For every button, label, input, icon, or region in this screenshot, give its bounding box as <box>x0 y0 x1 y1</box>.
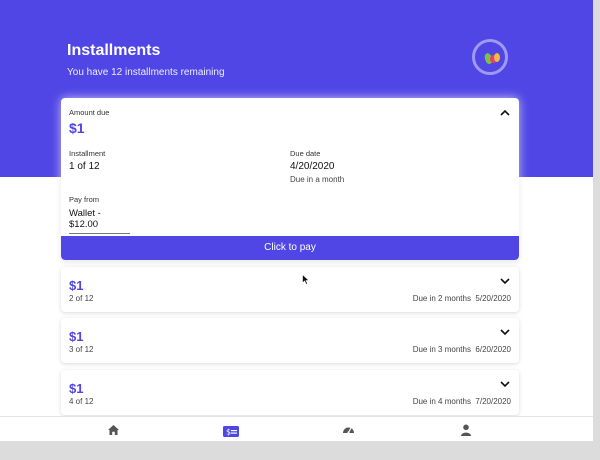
installment-value: 1 of 12 <box>69 161 100 172</box>
installment-due-date: 7/20/2020 <box>475 397 511 406</box>
installment-due-relative: Due in 3 months <box>412 345 471 354</box>
home-icon[interactable] <box>107 423 120 441</box>
current-installment-card: Amount due $1 Installment 1 of 12 Due da… <box>61 98 519 260</box>
pay-from-label: Pay from <box>69 195 100 204</box>
chevron-down-icon[interactable] <box>500 328 510 339</box>
pay-from-select[interactable]: Wallet - $12.00 <box>69 208 130 234</box>
chevron-up-icon[interactable] <box>500 108 510 119</box>
installment-due: Due in 4 months 7/20/2020 <box>413 397 511 406</box>
due-date-label: Due date <box>290 149 321 158</box>
payment-card-icon[interactable]: $ <box>223 424 239 441</box>
due-relative: Due in a month <box>290 175 345 184</box>
amount-due-label: Amount due <box>69 108 110 117</box>
installment-amount: $1 <box>69 329 84 344</box>
dashboard-gauge-icon[interactable] <box>342 423 355 441</box>
app-frame: Installments You have 12 installments re… <box>0 0 593 441</box>
installment-due-relative: Due in 4 months <box>412 397 471 406</box>
installment-row[interactable]: $1 4 of 12 Due in 4 months 7/20/2020 <box>61 370 519 415</box>
svg-text:$: $ <box>226 428 231 437</box>
brand-logo <box>472 39 508 75</box>
installment-index: 2 of 12 <box>69 294 94 303</box>
installment-amount: $1 <box>69 381 84 396</box>
installment-index: 4 of 12 <box>69 397 94 406</box>
pay-button[interactable]: Click to pay <box>61 236 519 260</box>
installment-amount: $1 <box>69 278 84 293</box>
installment-due: Due in 3 months 6/20/2020 <box>413 345 511 354</box>
installment-due-date: 6/20/2020 <box>475 345 511 354</box>
bottom-nav: $ <box>0 416 593 441</box>
installment-index: 3 of 12 <box>69 345 94 354</box>
installment-row[interactable]: $1 3 of 12 Due in 3 months 6/20/2020 <box>61 318 519 363</box>
page-subtitle: You have 12 installments remaining <box>67 67 225 78</box>
chevron-down-icon[interactable] <box>500 277 510 288</box>
amount-due-value: $1 <box>69 120 85 136</box>
page-title: Installments <box>67 42 161 59</box>
installment-row[interactable]: $1 2 of 12 Due in 2 months 5/20/2020 <box>61 267 519 312</box>
chevron-down-icon[interactable] <box>500 380 510 391</box>
user-icon[interactable] <box>460 423 472 441</box>
due-date-value: 4/20/2020 <box>290 161 335 172</box>
installment-due: Due in 2 months 5/20/2020 <box>413 294 511 303</box>
installment-label: Installment <box>69 149 106 158</box>
installment-due-date: 5/20/2020 <box>475 294 511 303</box>
installment-due-relative: Due in 2 months <box>412 294 471 303</box>
mouse-cursor <box>302 272 310 290</box>
